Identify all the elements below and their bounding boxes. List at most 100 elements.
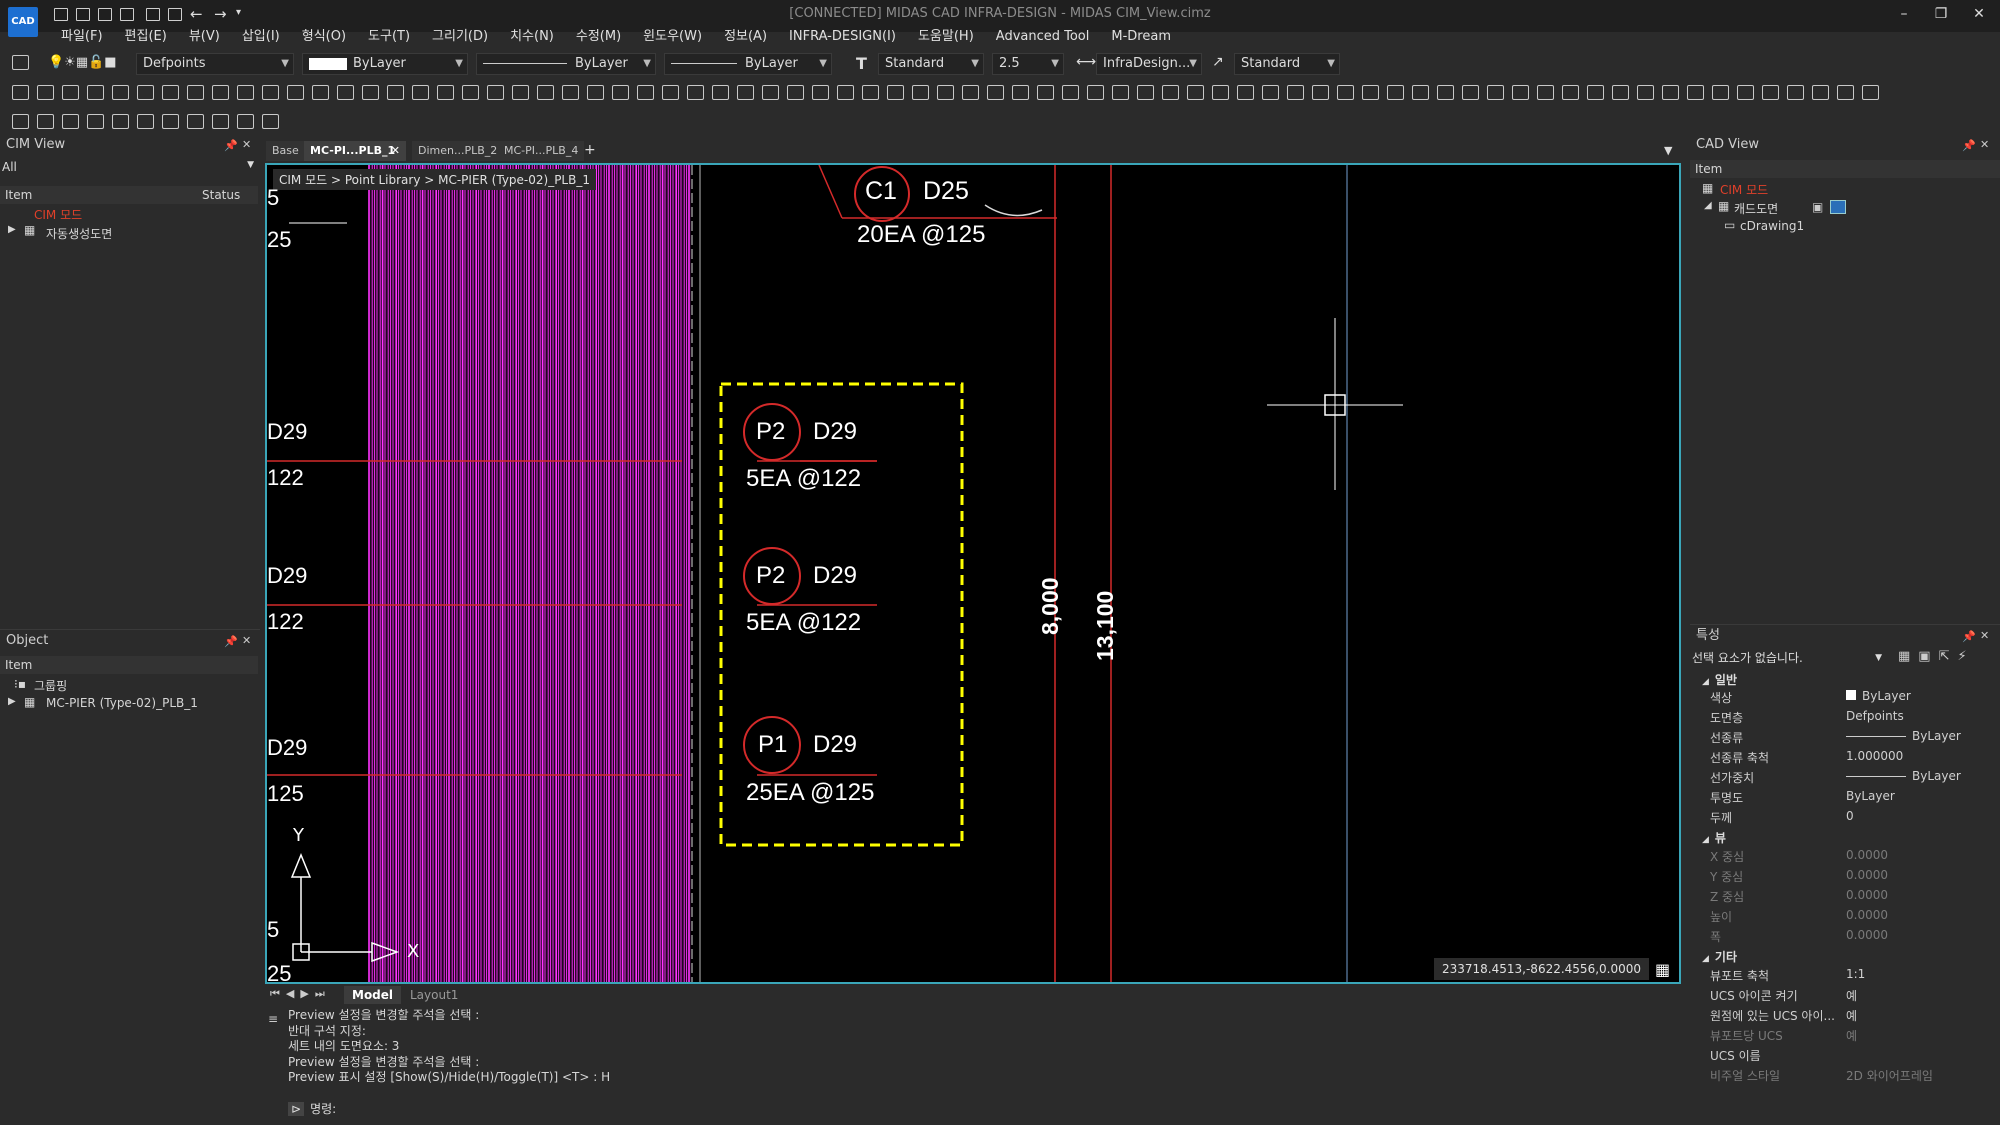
- tool-icon[interactable]: [737, 85, 754, 100]
- tool-icon[interactable]: [612, 85, 629, 100]
- prop-row[interactable]: 투명도 ByLayer: [1700, 789, 2000, 808]
- tool-icon[interactable]: [1787, 85, 1804, 100]
- menu-draw[interactable]: 그리기(D): [421, 28, 499, 48]
- tab-mc-pier-plb-1[interactable]: MC-PI...PLB_1 ✕: [304, 141, 406, 161]
- linetype-dropdown[interactable]: ByLayer ▼: [476, 53, 656, 75]
- tool-icon[interactable]: [462, 85, 479, 100]
- active-view-icon[interactable]: [1830, 200, 1846, 214]
- menu-dimension[interactable]: 치수(N): [499, 28, 565, 48]
- tool-icon[interactable]: [62, 114, 79, 129]
- stretch-icon[interactable]: [237, 114, 254, 129]
- menu-format[interactable]: 형식(O): [291, 28, 357, 48]
- menu-info[interactable]: 정보(A): [713, 28, 778, 48]
- tool-icon[interactable]: [512, 85, 529, 100]
- menu-advanced-tool[interactable]: Advanced Tool: [985, 28, 1101, 48]
- tool-icon[interactable]: [787, 85, 804, 100]
- prop-row[interactable]: UCS 아이콘 켜기 예: [1700, 987, 2000, 1006]
- close-panel-icon[interactable]: ✕: [242, 138, 251, 151]
- quick-select-icons[interactable]: ▦▣⇱⚡: [1898, 649, 1975, 664]
- tool-icon[interactable]: [487, 85, 504, 100]
- tool-icon[interactable]: [1212, 85, 1229, 100]
- menu-edit[interactable]: 편집(E): [114, 28, 178, 48]
- cdrawing1-item[interactable]: cDrawing1: [1740, 219, 1804, 233]
- text-style-dropdown[interactable]: Standard ▼: [878, 53, 984, 75]
- auto-drawing-item[interactable]: 자동생성도면: [46, 225, 112, 242]
- tab-mc-pier-plb-4[interactable]: MC-PI...PLB_4: [498, 141, 585, 161]
- menu-m-dream[interactable]: M-Dream: [1100, 28, 1182, 48]
- tool-icon[interactable]: [987, 85, 1004, 100]
- tool-icon[interactable]: [762, 85, 779, 100]
- collapse-arrow-icon[interactable]: ◢: [1704, 200, 1712, 211]
- tool-icon[interactable]: [337, 85, 354, 100]
- tool-icon[interactable]: [1087, 85, 1104, 100]
- cim-filter-dropdown[interactable]: All ▼: [2, 160, 258, 178]
- tool-icon[interactable]: [1612, 85, 1629, 100]
- tool-icon[interactable]: [1287, 85, 1304, 100]
- prop-row[interactable]: 선가중치 ByLayer: [1700, 769, 2000, 788]
- tool-icon[interactable]: [37, 85, 54, 100]
- tool-icon[interactable]: [1137, 85, 1154, 100]
- tool-icon[interactable]: [437, 85, 454, 100]
- tool-icon[interactable]: [1387, 85, 1404, 100]
- tab-dimen-plb-2[interactable]: Dimen...PLB_2: [412, 141, 504, 161]
- tool-icon[interactable]: [937, 85, 954, 100]
- etc-section-header[interactable]: ◢ 기타: [1690, 948, 1737, 965]
- tool-icon[interactable]: [1762, 85, 1779, 100]
- tool-icon[interactable]: [537, 85, 554, 100]
- restore-button[interactable]: ❐: [1930, 4, 1952, 24]
- close-panel-icon[interactable]: ✕: [1980, 629, 1989, 642]
- minimize-button[interactable]: –: [1893, 4, 1915, 24]
- grouping-item[interactable]: 그룹핑: [34, 677, 67, 694]
- tool-icon[interactable]: [1562, 85, 1579, 100]
- tool-icon[interactable]: [1637, 85, 1654, 100]
- pin-icon[interactable]: 📌: [1962, 139, 1976, 152]
- layout-nav-icons[interactable]: ⏮◀▶⏭: [270, 987, 331, 1001]
- tool-icon[interactable]: [37, 114, 54, 129]
- tool-icon[interactable]: [1062, 85, 1079, 100]
- tool-icon[interactable]: [1487, 85, 1504, 100]
- tab-model[interactable]: Model: [344, 986, 402, 1004]
- menu-modify[interactable]: 수정(M): [565, 28, 632, 48]
- tool-icon[interactable]: [912, 85, 929, 100]
- tool-icon[interactable]: [1437, 85, 1454, 100]
- tool-icon[interactable]: [387, 85, 404, 100]
- command-menu-icon[interactable]: ≡: [268, 1012, 278, 1026]
- menu-window[interactable]: 윈도우(W): [632, 28, 713, 48]
- tool-icon[interactable]: [212, 85, 229, 100]
- rotate-icon[interactable]: [187, 114, 204, 129]
- pin-icon[interactable]: 📌: [1962, 630, 1976, 643]
- view-section-header[interactable]: ◢ 뷰: [1690, 829, 1726, 846]
- prop-row[interactable]: 선종류 축척 1.000000: [1700, 749, 2000, 768]
- breadcrumb[interactable]: CIM 모드 > Point Library > MC-PIER (Type-0…: [273, 169, 596, 190]
- grid-layout-icon[interactable]: ▦: [1655, 960, 1670, 979]
- tool-icon[interactable]: [887, 85, 904, 100]
- menu-help[interactable]: 도움말(H): [907, 28, 985, 48]
- cim-mode-item[interactable]: CIM 모드: [34, 206, 82, 223]
- tool-icon[interactable]: [1587, 85, 1604, 100]
- lineweight-dropdown[interactable]: ByLayer ▼: [664, 53, 832, 75]
- tool-icon[interactable]: [1712, 85, 1729, 100]
- close-tab-icon[interactable]: ✕: [391, 141, 400, 161]
- tool-icon[interactable]: [1237, 85, 1254, 100]
- tool-icon[interactable]: [562, 85, 579, 100]
- select-icon[interactable]: [87, 114, 104, 129]
- cad-cim-mode-item[interactable]: CIM 모드: [1720, 181, 1768, 198]
- layer-manager-icon[interactable]: [12, 55, 29, 74]
- tool-icon[interactable]: [62, 85, 79, 100]
- menu-tools[interactable]: 도구(T): [357, 28, 421, 48]
- tool-icon[interactable]: [1512, 85, 1529, 100]
- tool-icon[interactable]: [187, 85, 204, 100]
- prop-row[interactable]: 색상 ByLayer: [1700, 689, 2000, 708]
- tool-icon[interactable]: [1537, 85, 1554, 100]
- prop-row[interactable]: 선종류 ByLayer: [1700, 729, 2000, 748]
- tool-icon[interactable]: [162, 114, 179, 129]
- add-tab-icon[interactable]: +: [584, 142, 596, 158]
- tab-layout1[interactable]: Layout1: [410, 988, 458, 1002]
- view-toggle-icon[interactable]: ▣: [1812, 200, 1823, 214]
- cad-drawing-item[interactable]: 캐드도면: [1734, 200, 1778, 217]
- tool-icon[interactable]: [1112, 85, 1129, 100]
- prop-row[interactable]: 원점에 있는 UCS 아이... 예: [1700, 1007, 2000, 1026]
- tool-icon[interactable]: [112, 114, 129, 129]
- tool-icon[interactable]: [1462, 85, 1479, 100]
- selection-dropdown[interactable]: 선택 요소가 없습니다. ▼: [1692, 648, 1882, 668]
